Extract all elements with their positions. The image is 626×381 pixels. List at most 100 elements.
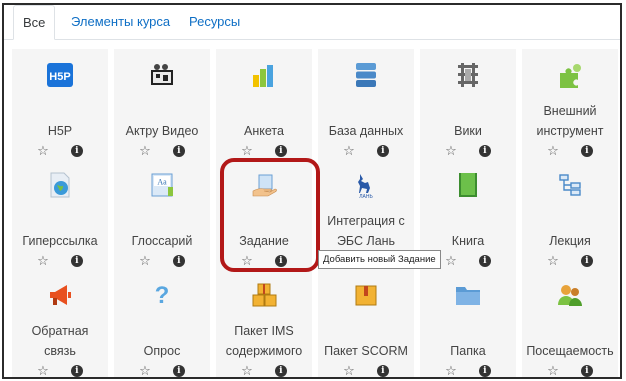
info-icon[interactable]: i [478, 255, 491, 267]
star-icon[interactable]: ☆ [445, 363, 457, 377]
activity-actions: ☆i [216, 253, 312, 269]
star-icon[interactable]: ☆ [37, 143, 49, 159]
activity-label: H5P [47, 124, 73, 138]
activity-tile[interactable]: Посещаемость ☆ i [522, 269, 618, 377]
activity-tile[interactable]: База данных ☆ i [318, 49, 414, 163]
activity-label: Опрос [143, 344, 181, 358]
activity-label: Интеграция с ЭБС Лань [327, 214, 405, 248]
info-icon[interactable]: i [172, 145, 185, 157]
activity-tile[interactable]: Лекция ☆ i [522, 159, 618, 273]
activity-chooser: Все Элементы курса Ресурсы H5P H5P ☆ i Актру… [2, 3, 622, 379]
star-icon[interactable]: ☆ [241, 143, 253, 159]
activity-tile[interactable]: H5P H5P ☆ i [12, 49, 108, 163]
activity-tile[interactable]: Внешний инструмент ☆ i [522, 49, 618, 163]
activity-label: Пакет IMS содержимого [225, 324, 303, 358]
star-icon[interactable]: ☆ [139, 143, 151, 159]
people-icon [522, 281, 618, 309]
activity-tile[interactable]: Пакет IMS содержимого ☆ i [216, 269, 312, 377]
tab-course-elements[interactable]: Элементы курса [62, 5, 179, 39]
tab-resources[interactable]: Ресурсы [180, 5, 249, 39]
info-icon[interactable]: i [172, 255, 185, 267]
star-icon[interactable]: ☆ [445, 253, 457, 269]
info-icon[interactable]: i [580, 365, 593, 377]
star-icon[interactable]: ☆ [547, 363, 559, 377]
wiki-icon [420, 61, 516, 89]
puzzle-icon [522, 61, 618, 89]
svg-text:ЛАНЬ: ЛАНЬ [359, 194, 373, 199]
lan-deer-icon: ЛАНЬ [318, 171, 414, 199]
activity-tile[interactable]: Вики ☆ i [420, 49, 516, 163]
activity-label: Анкета [244, 124, 284, 138]
activity-tile[interactable]: Задание ☆ i [216, 159, 312, 273]
info-icon[interactable]: i [274, 255, 287, 267]
activity-tile[interactable]: ? Опрос ☆ i [114, 269, 210, 377]
activity-tile[interactable]: Актру Видео ☆ i [114, 49, 210, 163]
star-icon[interactable]: ☆ [37, 253, 49, 269]
activity-label: Посещаемость [526, 344, 614, 358]
activity-label: Книга [451, 234, 485, 248]
activity-tile[interactable]: Анкета ☆ i [216, 49, 312, 163]
activity-tile[interactable]: Гиперссылка ☆ i [12, 159, 108, 273]
info-icon[interactable]: i [478, 365, 491, 377]
star-icon[interactable]: ☆ [343, 143, 355, 159]
info-icon[interactable]: i [274, 365, 287, 377]
tab-all[interactable]: Все [13, 5, 56, 40]
activity-actions: ☆i [522, 363, 618, 377]
tab-bar: Все Элементы курса Ресурсы [4, 5, 620, 40]
star-icon[interactable]: ☆ [139, 253, 151, 269]
megaphone-icon [12, 281, 108, 309]
star-icon[interactable]: ☆ [343, 363, 355, 377]
activity-tile[interactable]: Пакет SCORM ☆ i [318, 269, 414, 377]
package-icon [318, 281, 414, 309]
activity-actions: ☆i [12, 253, 108, 269]
activity-actions: ☆i [12, 143, 108, 159]
activity-actions: ☆i [318, 143, 414, 159]
activity-label: База данных [328, 124, 404, 138]
activity-actions: ☆i [12, 363, 108, 377]
activity-tile[interactable]: Папка ☆ i [420, 269, 516, 377]
boxes-icon [216, 281, 312, 309]
activity-actions: ☆i [420, 363, 516, 377]
globe-file-icon [12, 171, 108, 199]
info-icon[interactable]: i [70, 145, 83, 157]
activity-label: Внешний инструмент [536, 104, 604, 138]
info-icon[interactable]: i [580, 145, 593, 157]
assignment-hand-icon [216, 171, 312, 199]
activity-label: Лекция [549, 234, 591, 248]
info-icon[interactable]: i [376, 365, 389, 377]
star-icon[interactable]: ☆ [547, 143, 559, 159]
star-icon[interactable]: ☆ [241, 253, 253, 269]
star-icon[interactable]: ☆ [445, 143, 457, 159]
glossary-icon: Aa [114, 171, 210, 199]
activity-label: Вики [454, 124, 482, 138]
info-icon[interactable]: i [478, 145, 491, 157]
star-icon[interactable]: ☆ [139, 363, 151, 377]
activity-actions: ☆i [216, 363, 312, 377]
activity-label: Задание [239, 234, 289, 248]
bar-chart-icon [216, 61, 312, 89]
info-icon[interactable]: i [70, 255, 83, 267]
activity-actions: ☆i [420, 143, 516, 159]
info-icon[interactable]: i [580, 255, 593, 267]
activity-tile[interactable]: Обратная связь ☆ i [12, 269, 108, 377]
add-assignment-tooltip: Добавить новый Задание [318, 250, 441, 269]
activity-actions: ☆i [522, 143, 618, 159]
activity-actions: ☆i [522, 253, 618, 269]
h5p-icon: H5P [12, 61, 108, 89]
activity-actions: ☆i [114, 253, 210, 269]
question-icon: ? [114, 281, 210, 309]
info-icon[interactable]: i [274, 145, 287, 157]
activity-label: Гиперссылка [22, 234, 98, 248]
svg-text:H5P: H5P [49, 71, 70, 83]
info-icon[interactable]: i [376, 145, 389, 157]
activity-tile[interactable]: Aa Глоссарий ☆ i [114, 159, 210, 273]
star-icon[interactable]: ☆ [37, 363, 49, 377]
star-icon[interactable]: ☆ [547, 253, 559, 269]
star-icon[interactable]: ☆ [241, 363, 253, 377]
activity-label: Пакет SCORM [324, 344, 408, 358]
info-icon[interactable]: i [70, 365, 83, 377]
activity-actions: ☆i [114, 143, 210, 159]
activity-label: Актру Видео [125, 124, 199, 138]
activity-actions: ☆i [114, 363, 210, 377]
info-icon[interactable]: i [172, 365, 185, 377]
